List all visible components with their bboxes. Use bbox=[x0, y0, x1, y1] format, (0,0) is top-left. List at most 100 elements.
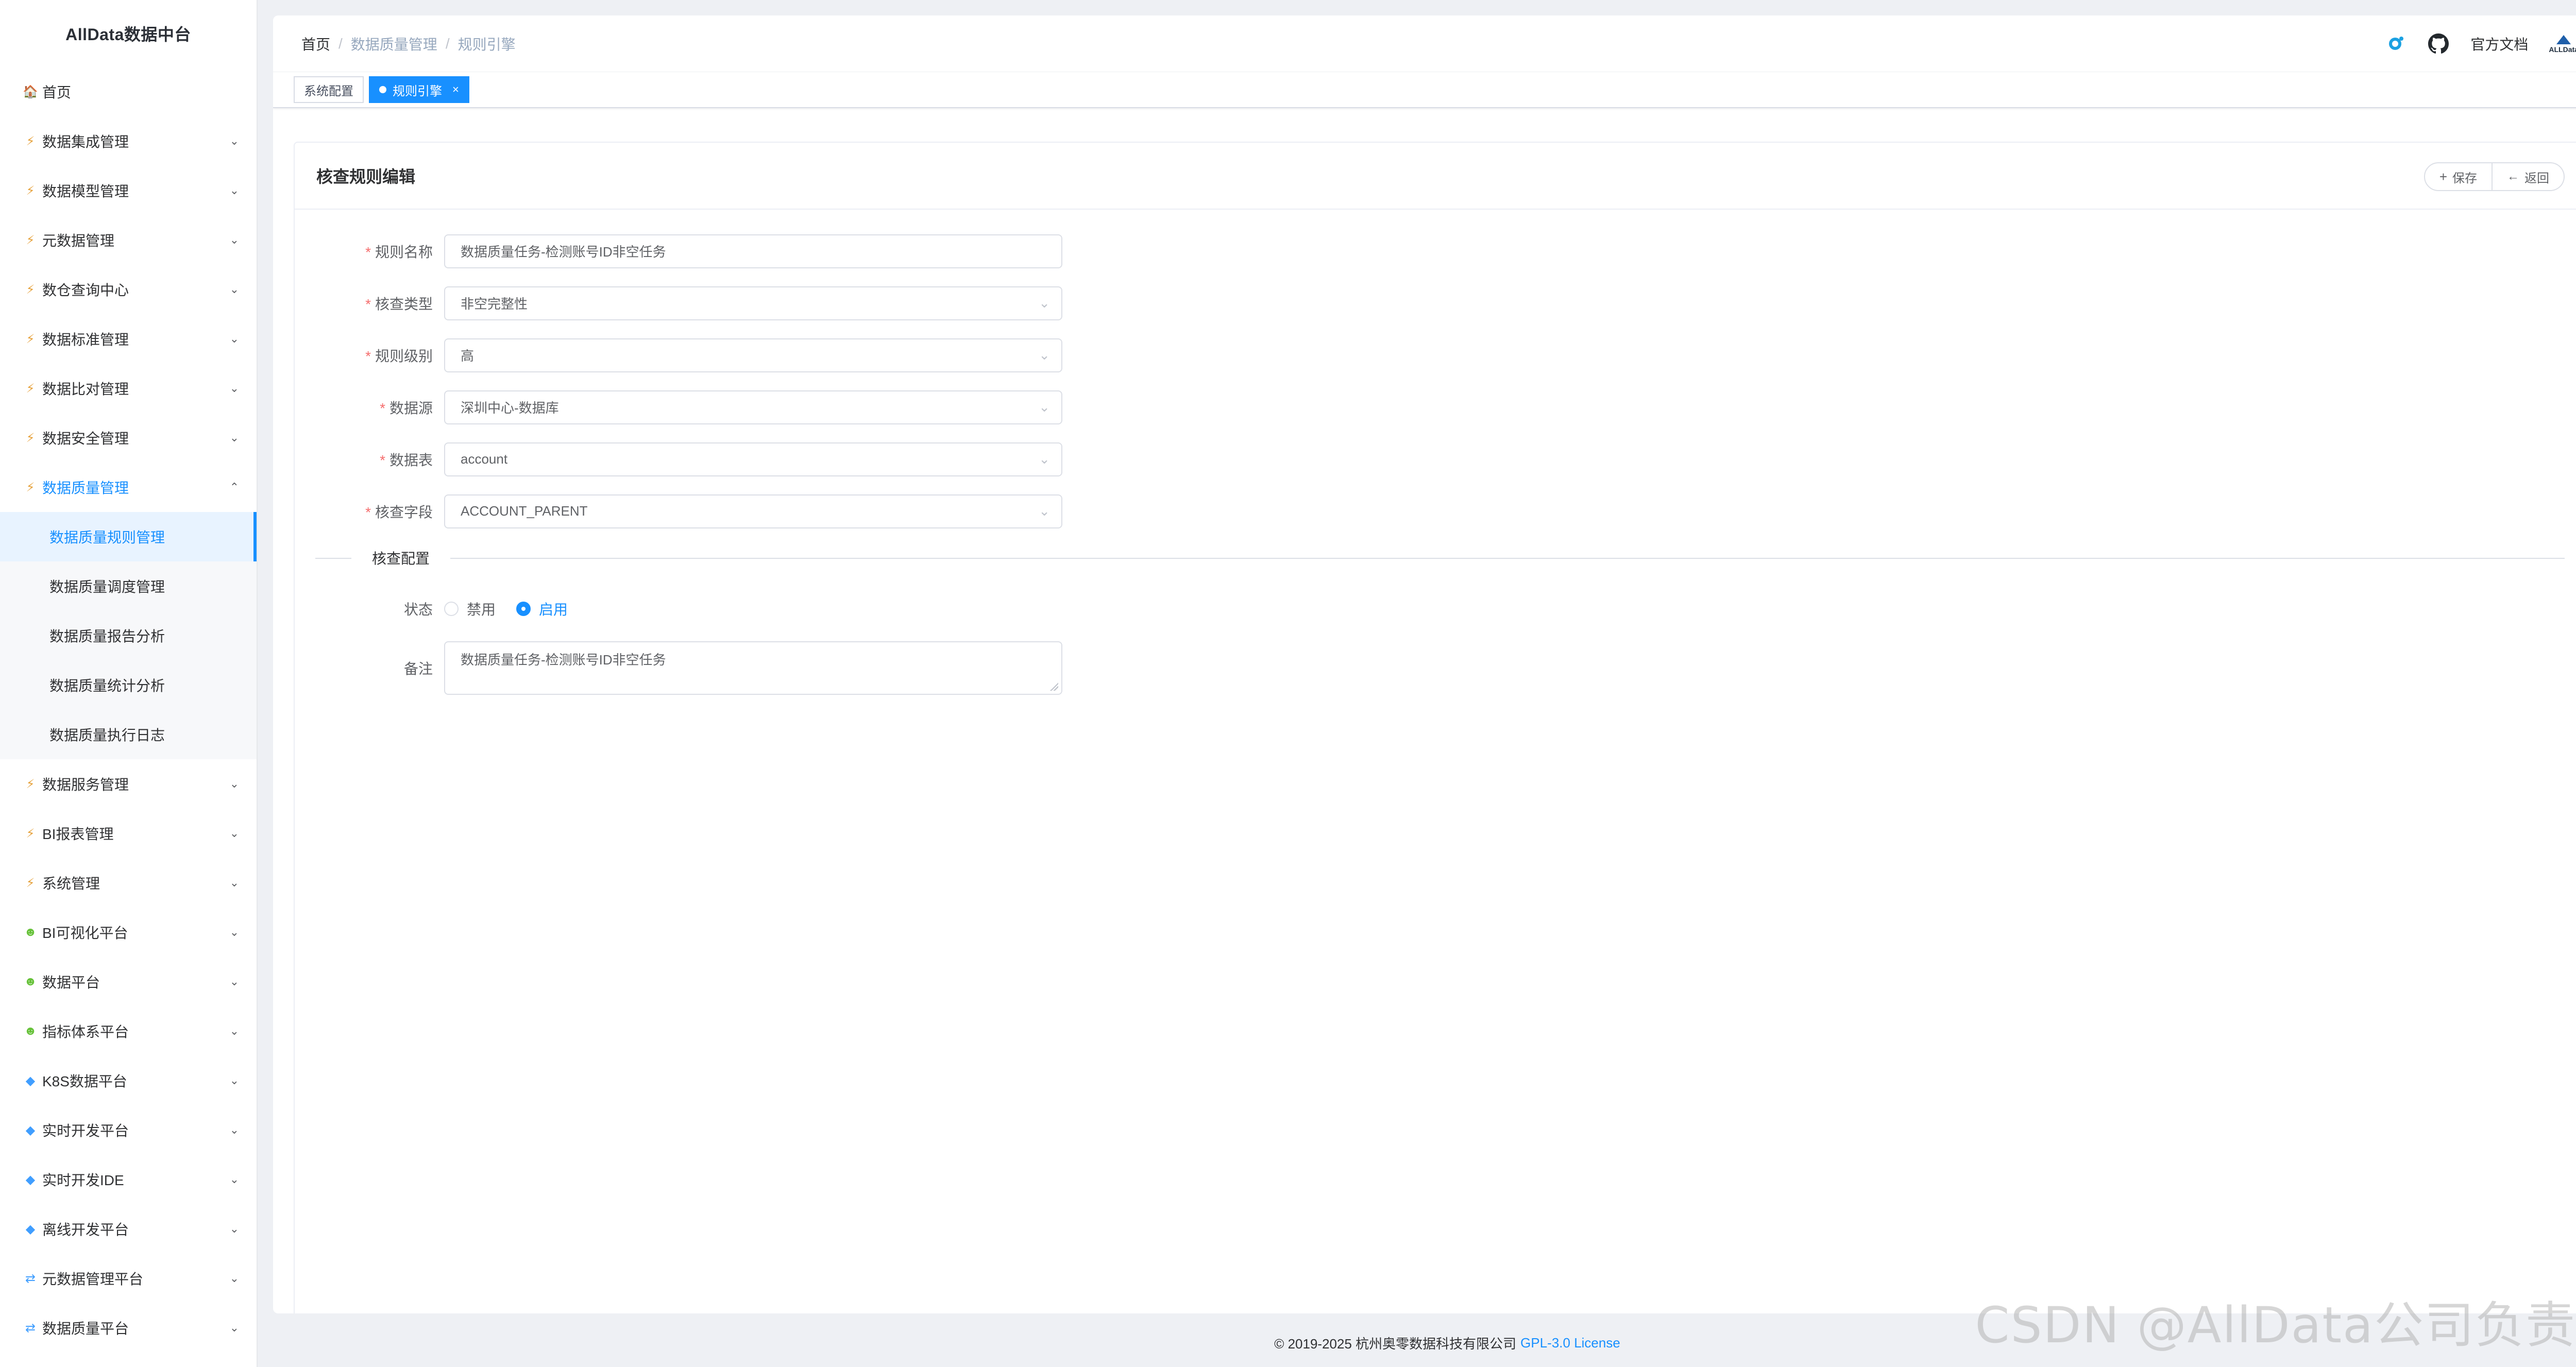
form-label: * 核查字段 bbox=[295, 501, 444, 522]
sidebar-subitem-quality-stats[interactable]: 数据质量统计分析 bbox=[0, 660, 257, 710]
sidebar-subitem-quality-logs[interactable]: 数据质量执行日志 bbox=[0, 710, 257, 759]
field-select[interactable]: ACCOUNT_PARENT ⌄ bbox=[444, 494, 1062, 528]
active-dot-icon bbox=[379, 86, 386, 93]
close-icon[interactable]: × bbox=[452, 83, 459, 96]
chevron-up-icon: ⌃ bbox=[229, 481, 239, 493]
arrow-left-icon: ← bbox=[2507, 169, 2519, 183]
sidebar: AllData数据中台 🏠 首页 ⚡ 数据集成管理 ⌄ ⚡ 数据模型管理 ⌄ ⚡… bbox=[0, 0, 258, 1367]
sidebar-item-offline-platform[interactable]: ◆ 离线开发平台 ⌄ bbox=[0, 1204, 257, 1254]
form-label: 备注 bbox=[295, 658, 444, 678]
rule-name-input[interactable]: 数据质量任务-检测账号ID非空任务 bbox=[444, 234, 1062, 268]
back-button[interactable]: ← 返回 bbox=[2493, 162, 2565, 191]
status-enabled-radio[interactable]: 启用 bbox=[516, 599, 568, 619]
sidebar-item-home[interactable]: 🏠 首页 bbox=[0, 67, 257, 116]
check-type-select[interactable]: 非空完整性 ⌄ bbox=[444, 286, 1062, 320]
form-row-remark: 备注 数据质量任务-检测账号ID非空任务 bbox=[295, 635, 2576, 702]
sidebar-item-system[interactable]: ⚡ 系统管理 ⌄ bbox=[0, 858, 257, 908]
sidebar-item-label: 指标体系平台 bbox=[42, 1024, 129, 1040]
form-label: * 规则名称 bbox=[295, 241, 444, 262]
chevron-down-icon: ⌄ bbox=[229, 975, 239, 988]
save-button[interactable]: + 保存 bbox=[2424, 162, 2493, 191]
breadcrumb-data-quality[interactable]: 数据质量管理 bbox=[351, 33, 437, 54]
person-icon: ☻ bbox=[24, 1024, 37, 1038]
sidebar-item-label: 数据质量管理 bbox=[42, 480, 129, 496]
chevron-down-icon: ⌄ bbox=[229, 332, 239, 345]
tag-rule-engine[interactable]: 规则引擎 × bbox=[369, 76, 469, 103]
form-row-check-type: * 核查类型 非空完整性 ⌄ bbox=[295, 277, 2576, 329]
sidebar-item-label: 系统管理 bbox=[42, 876, 100, 892]
sidebar-item-data-platform[interactable]: ☻ 数据平台 ⌄ bbox=[0, 957, 257, 1006]
user-avatar[interactable]: ALLData ▾ bbox=[2549, 34, 2576, 54]
label-text: 数据表 bbox=[389, 452, 433, 468]
sidebar-item-data-quality[interactable]: ⚡ 数据质量管理 ⌃ bbox=[0, 463, 257, 512]
sidebar-item-label: 数据安全管理 bbox=[42, 431, 129, 447]
official-docs-link[interactable]: 官方文档 bbox=[2470, 33, 2528, 54]
chevron-down-icon: ⌄ bbox=[229, 184, 239, 197]
sidebar-item-realtime-ide[interactable]: ◆ 实时开发IDE ⌄ bbox=[0, 1155, 257, 1204]
label-text: 备注 bbox=[403, 661, 433, 677]
diamond-icon: ◆ bbox=[25, 1123, 36, 1137]
sidebar-item-bi-report[interactable]: ⚡ BI报表管理 ⌄ bbox=[0, 809, 257, 858]
chevron-down-icon: ⌄ bbox=[1039, 503, 1050, 519]
tags-view: 系统配置 规则引擎 × bbox=[273, 72, 2576, 108]
section-title: 核查配置 bbox=[351, 548, 451, 568]
sidebar-item-label: 数据标准管理 bbox=[42, 332, 129, 348]
rule-level-select[interactable]: 高 ⌄ bbox=[444, 338, 1062, 372]
bolt-icon: ⚡ bbox=[26, 134, 35, 148]
sidebar-item-warehouse-query[interactable]: ⚡ 数仓查询中心 ⌄ bbox=[0, 265, 257, 314]
sidebar-item-k8s-platform[interactable]: ◆ K8S数据平台 ⌄ bbox=[0, 1056, 257, 1105]
assistant-icon[interactable] bbox=[2384, 32, 2406, 55]
sidebar-subitem-quality-schedule[interactable]: 数据质量调度管理 bbox=[0, 561, 257, 611]
bolt-icon: ⚡ bbox=[26, 381, 35, 396]
sidebar-item-label: 数据质量平台 bbox=[42, 1321, 129, 1337]
sidebar-item-label: 数据模型管理 bbox=[42, 183, 129, 199]
chevron-down-icon: ⌄ bbox=[229, 283, 239, 296]
sidebar-item-data-model[interactable]: ⚡ 数据模型管理 ⌄ bbox=[0, 166, 257, 215]
status-disabled-radio[interactable]: 禁用 bbox=[444, 599, 496, 619]
sidebar-subitem-quality-report[interactable]: 数据质量报告分析 bbox=[0, 611, 257, 660]
sidebar-subitem-quality-rules[interactable]: 数据质量规则管理 bbox=[0, 512, 257, 561]
sidebar-item-data-security[interactable]: ⚡ 数据安全管理 ⌄ bbox=[0, 413, 257, 463]
sidebar-item-label: BI报表管理 bbox=[42, 826, 114, 842]
diamond-icon: ◆ bbox=[25, 1222, 36, 1236]
label-text: 规则级别 bbox=[375, 348, 433, 364]
sidebar-item-label: 数据质量执行日志 bbox=[49, 727, 165, 743]
github-icon[interactable] bbox=[2427, 32, 2450, 55]
sidebar-item-metadata[interactable]: ⚡ 元数据管理 ⌄ bbox=[0, 215, 257, 265]
home-icon: 🏠 bbox=[23, 84, 38, 99]
resize-handle[interactable] bbox=[1050, 682, 1058, 691]
breadcrumb-home[interactable]: 首页 bbox=[301, 33, 330, 54]
chevron-down-icon: ⌄ bbox=[229, 1173, 239, 1186]
form-label: * 数据表 bbox=[295, 449, 444, 470]
sidebar-item-data-standard[interactable]: ⚡ 数据标准管理 ⌄ bbox=[0, 314, 257, 364]
sidebar-item-realtime-platform[interactable]: ◆ 实时开发平台 ⌄ bbox=[0, 1105, 257, 1155]
sidebar-item-label: 数据质量规则管理 bbox=[49, 529, 165, 545]
sidebar-item-metrics-platform[interactable]: ☻ 指标体系平台 ⌄ bbox=[0, 1006, 257, 1056]
select-value: 深圳中心-数据库 bbox=[461, 400, 559, 416]
tag-label: 系统配置 bbox=[304, 84, 353, 98]
sidebar-item-label: 数据集成管理 bbox=[42, 134, 129, 150]
bolt-icon: ⚡ bbox=[26, 826, 35, 841]
sidebar-item-quality-platform[interactable]: ⇄ 数据质量平台 ⌄ bbox=[0, 1303, 257, 1353]
person-icon: ☻ bbox=[24, 925, 37, 939]
alldata-logo-icon: ALLData bbox=[2549, 34, 2576, 54]
datasource-select[interactable]: 深圳中心-数据库 ⌄ bbox=[444, 390, 1062, 424]
sidebar-item-label: 实时开发平台 bbox=[42, 1123, 129, 1139]
label-text: 状态 bbox=[403, 601, 433, 618]
sidebar-item-data-integration[interactable]: ⚡ 数据集成管理 ⌄ bbox=[0, 116, 257, 166]
license-link[interactable]: GPL-3.0 License bbox=[1520, 1335, 1620, 1351]
sidebar-item-metadata-platform[interactable]: ⇄ 元数据管理平台 ⌄ bbox=[0, 1254, 257, 1303]
tag-system-config[interactable]: 系统配置 bbox=[294, 76, 364, 103]
section-divider: 核查配置 bbox=[295, 542, 2576, 573]
radio-circle bbox=[444, 601, 459, 616]
table-select[interactable]: account ⌄ bbox=[444, 442, 1062, 476]
sidebar-item-data-compare[interactable]: ⚡ 数据比对管理 ⌄ bbox=[0, 364, 257, 413]
sidebar-item-bi-visual[interactable]: ☻ BI可视化平台 ⌄ bbox=[0, 908, 257, 957]
sidebar-item-label: 数据比对管理 bbox=[42, 381, 129, 397]
chevron-down-icon: ⌄ bbox=[229, 1222, 239, 1235]
sidebar-item-label: 数据质量调度管理 bbox=[49, 579, 165, 595]
sidebar-item-label: 离线开发平台 bbox=[42, 1222, 129, 1238]
remark-textarea[interactable]: 数据质量任务-检测账号ID非空任务 bbox=[444, 641, 1062, 695]
sidebar-item-data-service[interactable]: ⚡ 数据服务管理 ⌄ bbox=[0, 759, 257, 809]
required-mark: * bbox=[365, 296, 371, 312]
